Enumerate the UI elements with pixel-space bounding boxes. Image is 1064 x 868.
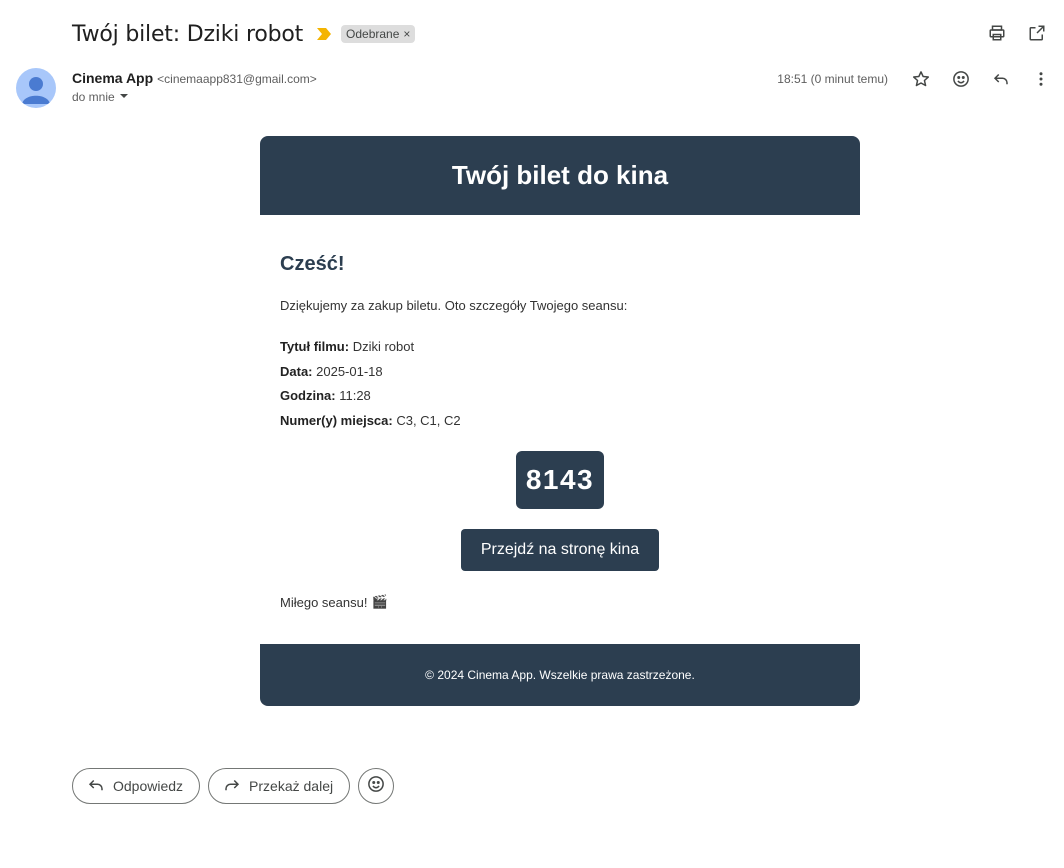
message-actions: 18:51 (0 minut temu) xyxy=(777,68,1052,90)
more-vert-icon[interactable] xyxy=(1030,68,1052,90)
recipient-label: do mnie xyxy=(72,90,115,104)
emoji-reaction-icon[interactable] xyxy=(950,68,972,90)
sender-block: Cinema App <cinemaapp831@gmail.com> do m… xyxy=(72,70,317,104)
star-icon[interactable] xyxy=(910,68,932,90)
reply-icon[interactable] xyxy=(990,68,1012,90)
intro-text: Dziękujemy za zakup biletu. Oto szczegół… xyxy=(280,298,628,313)
ticket-code: 8143 xyxy=(515,451,605,509)
label-chip-text: Odebrane xyxy=(346,27,400,41)
open-in-new-window-icon[interactable] xyxy=(1026,22,1048,44)
email-card: Twój bilet do kina Cześć! Dziękujemy za … xyxy=(260,136,860,706)
reply-button[interactable]: Odpowiedz xyxy=(72,768,201,804)
avatar[interactable] xyxy=(16,68,56,108)
detail-seats: Numer(y) miejsca: C3, C1, C2 xyxy=(280,409,840,434)
importance-marker-icon[interactable] xyxy=(317,27,332,41)
detail-time: Godzina: 11:28 xyxy=(280,384,840,409)
timestamp: 18:51 (0 minut temu) xyxy=(777,72,888,86)
sender-email: <cinemaapp831@gmail.com> xyxy=(157,72,317,86)
recipient-details-toggle[interactable]: do mnie xyxy=(72,90,317,104)
detail-title: Tytuł filmu: Dziki robot xyxy=(280,335,840,360)
reply-label: Odpowiedz xyxy=(113,778,184,794)
detail-value: C3, C1, C2 xyxy=(392,412,461,428)
sender-name[interactable]: Cinema App xyxy=(72,70,153,86)
closing-line: Miłego seansu! 🎬 xyxy=(280,594,840,610)
detail-date: Data: 2025-01-18 xyxy=(280,360,840,385)
detail-value: 2025-01-18 xyxy=(312,363,383,379)
emoji-reaction-icon xyxy=(367,775,385,798)
forward-button[interactable]: Przekaż dalej xyxy=(208,768,351,804)
print-icon[interactable] xyxy=(986,22,1008,44)
emoji-reaction-button[interactable] xyxy=(358,768,395,804)
bottom-actions: Odpowiedz Przekaż dalej xyxy=(72,768,395,804)
forward-icon xyxy=(223,776,241,797)
sender-line: Cinema App <cinemaapp831@gmail.com> xyxy=(72,70,317,86)
email-subject: Twój bilet: Dziki robot xyxy=(72,21,304,47)
detail-label: Tytuł filmu: xyxy=(280,339,350,354)
ticket-code-wrap: 8143 xyxy=(280,451,840,509)
detail-label: Godzina: xyxy=(280,388,336,403)
cta-wrap: Przejdź na stronę kina xyxy=(280,529,840,571)
chevron-down-icon[interactable] xyxy=(119,90,129,104)
clapperboard-icon: 🎬 xyxy=(371,594,388,609)
detail-value: 11:28 xyxy=(335,388,371,403)
forward-label: Przekaż dalej xyxy=(249,778,334,794)
email-body: Cześć! Dziękujemy za zakup biletu. Oto s… xyxy=(260,215,860,610)
remove-label-icon[interactable]: × xyxy=(403,27,410,41)
label-chip-inbox[interactable]: Odebrane × xyxy=(341,25,416,43)
greeting: Cześć! xyxy=(280,253,345,275)
subject-row: Twój bilet: Dziki robot Odebrane × xyxy=(72,18,416,50)
email-header: Twój bilet do kina xyxy=(260,136,860,215)
visit-cinema-button[interactable]: Przejdź na stronę kina xyxy=(460,529,660,571)
email-footer: © 2024 Cinema App. Wszelkie prawa zastrz… xyxy=(260,644,860,706)
reply-icon xyxy=(87,776,105,797)
detail-label: Numer(y) miejsca: xyxy=(280,412,393,428)
closing-text: Miłego seansu! xyxy=(280,594,368,610)
detail-label: Data: xyxy=(280,363,313,379)
footer-copyright: © 2024 Cinema App. Wszelkie prawa zastrz… xyxy=(425,668,695,682)
top-actions xyxy=(986,22,1048,44)
detail-value: Dziki robot xyxy=(349,339,415,354)
email-header-title: Twój bilet do kina xyxy=(451,160,669,190)
